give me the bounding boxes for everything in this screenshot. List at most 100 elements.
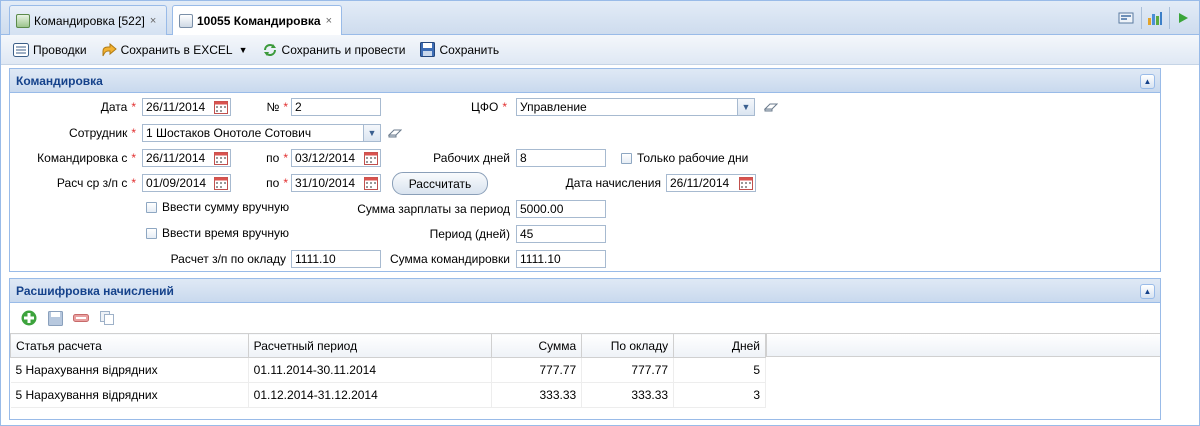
checkbox-box[interactable] — [146, 227, 157, 239]
salary-sum-field[interactable]: 5000.00 — [516, 200, 606, 218]
table-row[interactable]: 5 Нарахування відрядних 01.12.2014-31.12… — [10, 382, 766, 408]
chart-icon[interactable] — [1141, 7, 1167, 29]
date-label: Дата * — [100, 100, 136, 114]
save-row-icon[interactable] — [46, 309, 64, 327]
avg-from-label: Расч ср з/п с * — [56, 176, 136, 190]
document-panel: Проводки Сохранить в EXCEL ▼ Сохранить и… — [1, 35, 1199, 425]
accruals-section: Расшифровка начислений ▲ Статья расчета … — [9, 278, 1161, 420]
tab-label: Командировка [522] — [34, 13, 145, 28]
run-icon[interactable] — [1169, 7, 1195, 29]
section-header: Расшифровка начислений ▲ — [10, 279, 1160, 303]
manual-time-label: Ввести время вручную — [162, 226, 290, 240]
chevron-down-icon[interactable]: ▼ — [239, 45, 248, 55]
save-excel-button[interactable]: Сохранить в EXCEL ▼ — [101, 42, 248, 58]
cell-article: 5 Нарахування відрядних — [10, 357, 249, 383]
tab-bar: Командировка [522] × 10055 Командировка … — [1, 1, 1199, 36]
date-field[interactable]: 26/11/2014 — [142, 98, 231, 116]
salary-calc-field[interactable]: 1111.10 — [291, 250, 381, 268]
number-label: № * — [266, 100, 288, 114]
period-days-field[interactable]: 45 — [516, 225, 606, 243]
refresh-icon — [262, 42, 278, 58]
trip-form: Дата * 26/11/2014 № * 2 ЦФО * Управление ▼ … — [10, 93, 1160, 271]
copy-icon[interactable] — [98, 309, 116, 327]
employee-label: Сотрудник * — [69, 126, 136, 140]
column-header-article[interactable]: Статья расчета — [10, 333, 249, 358]
number-field[interactable]: 2 — [291, 98, 381, 116]
close-icon[interactable]: × — [326, 15, 332, 27]
cell-period: 01.12.2014-31.12.2014 — [248, 382, 493, 408]
delete-icon[interactable] — [72, 309, 90, 327]
cell-sum: 333.33 — [491, 382, 583, 408]
share-arrow-icon — [101, 42, 117, 58]
cell-days: 5 — [673, 357, 766, 383]
table-row[interactable]: 5 Нарахування відрядних 01.11.2014-30.11… — [10, 357, 766, 383]
cell-period: 01.11.2014-30.11.2014 — [248, 357, 493, 383]
cell-salary: 333.33 — [581, 382, 675, 408]
close-icon[interactable]: × — [150, 15, 156, 27]
save-label: Сохранить — [439, 42, 500, 57]
tab-trips-list[interactable]: Командировка [522] × — [9, 5, 167, 35]
accrual-date-field[interactable]: 26/11/2014 — [666, 174, 756, 192]
collapse-icon[interactable]: ▲ — [1140, 284, 1155, 299]
calendar-icon[interactable] — [364, 176, 378, 190]
calendar-icon[interactable] — [739, 176, 753, 190]
report-icon[interactable] — [1113, 7, 1139, 29]
checkbox-box[interactable] — [621, 152, 632, 164]
postings-button[interactable]: Проводки — [13, 42, 87, 58]
employee-select[interactable]: 1 Шостаков Онотоле Сотович ▼ — [142, 124, 381, 142]
postings-label: Проводки — [33, 42, 87, 57]
trip-from-field[interactable]: 26/11/2014 — [142, 149, 231, 167]
eraser-icon[interactable] — [764, 102, 778, 112]
only-workdays-checkbox[interactable]: Только рабочие дни — [621, 151, 748, 165]
section-title: Командировка — [16, 73, 103, 88]
grid-toolbar — [10, 303, 1160, 333]
save-and-post-button[interactable]: Сохранить и провести — [262, 42, 406, 58]
cell-salary: 777.77 — [581, 357, 675, 383]
column-header-period[interactable]: Расчетный период — [247, 333, 493, 358]
salary-sum-label: Сумма зарплаты за период — [357, 202, 510, 216]
manual-time-checkbox[interactable]: Ввести время вручную — [146, 226, 289, 240]
manual-sum-label: Ввести сумму вручную — [162, 200, 290, 214]
trip-to-field[interactable]: 03/12/2014 — [291, 149, 381, 167]
document-list-icon — [16, 13, 30, 28]
tab-trip-document[interactable]: 10055 Командировка × — [172, 5, 342, 36]
calendar-icon[interactable] — [214, 100, 228, 114]
cfo-label: ЦФО * — [470, 100, 507, 114]
cell-article: 5 Нарахування відрядних — [10, 382, 249, 408]
collapse-icon[interactable]: ▲ — [1140, 74, 1155, 89]
cell-days: 3 — [673, 382, 766, 408]
avg-to-field[interactable]: 31/10/2014 — [291, 174, 381, 192]
calendar-icon[interactable] — [214, 151, 228, 165]
workdays-label: Рабочих дней — [433, 151, 510, 165]
add-icon[interactable] — [20, 309, 38, 327]
accruals-table: Статья расчета Расчетный период Сумма По… — [10, 333, 766, 408]
workdays-field[interactable]: 8 — [516, 149, 606, 167]
save-and-post-label: Сохранить и провести — [281, 42, 406, 57]
calendar-icon[interactable] — [364, 151, 378, 165]
calculate-button[interactable]: Рассчитать — [392, 172, 488, 195]
eraser-icon[interactable] — [388, 128, 402, 138]
calendar-icon[interactable] — [214, 176, 228, 190]
table-header-row: Статья расчета Расчетный период Сумма По… — [10, 333, 766, 358]
tab-label: 10055 Командировка — [197, 14, 321, 28]
column-header-days[interactable]: Дней — [673, 333, 766, 358]
column-header-salary[interactable]: По окладу — [581, 333, 675, 358]
toolbar: Проводки Сохранить в EXCEL ▼ Сохранить и… — [1, 35, 1199, 65]
trip-sum-label: Сумма командировки — [389, 252, 510, 266]
cfo-select[interactable]: Управление ▼ — [516, 98, 755, 116]
chevron-down-icon[interactable]: ▼ — [737, 99, 754, 115]
save-button[interactable]: Сохранить — [420, 42, 500, 58]
avg-from-field[interactable]: 01/09/2014 — [142, 174, 231, 192]
trip-sum-field[interactable]: 1111.10 — [516, 250, 606, 268]
document-icon — [179, 14, 193, 28]
manual-sum-checkbox[interactable]: Ввести сумму вручную — [146, 200, 289, 214]
section-header: Командировка ▲ — [10, 69, 1160, 93]
trip-from-label: Командировка с * — [37, 151, 136, 165]
column-header-sum[interactable]: Сумма — [491, 333, 583, 358]
app-window: Командировка [522] × 10055 Командировка … — [0, 0, 1200, 426]
accrual-date-label: Дата начисления — [565, 176, 661, 190]
checkbox-box[interactable] — [146, 201, 157, 213]
chevron-down-icon[interactable]: ▼ — [363, 125, 380, 141]
save-excel-label: Сохранить в EXCEL — [120, 42, 233, 57]
list-icon — [13, 42, 29, 58]
